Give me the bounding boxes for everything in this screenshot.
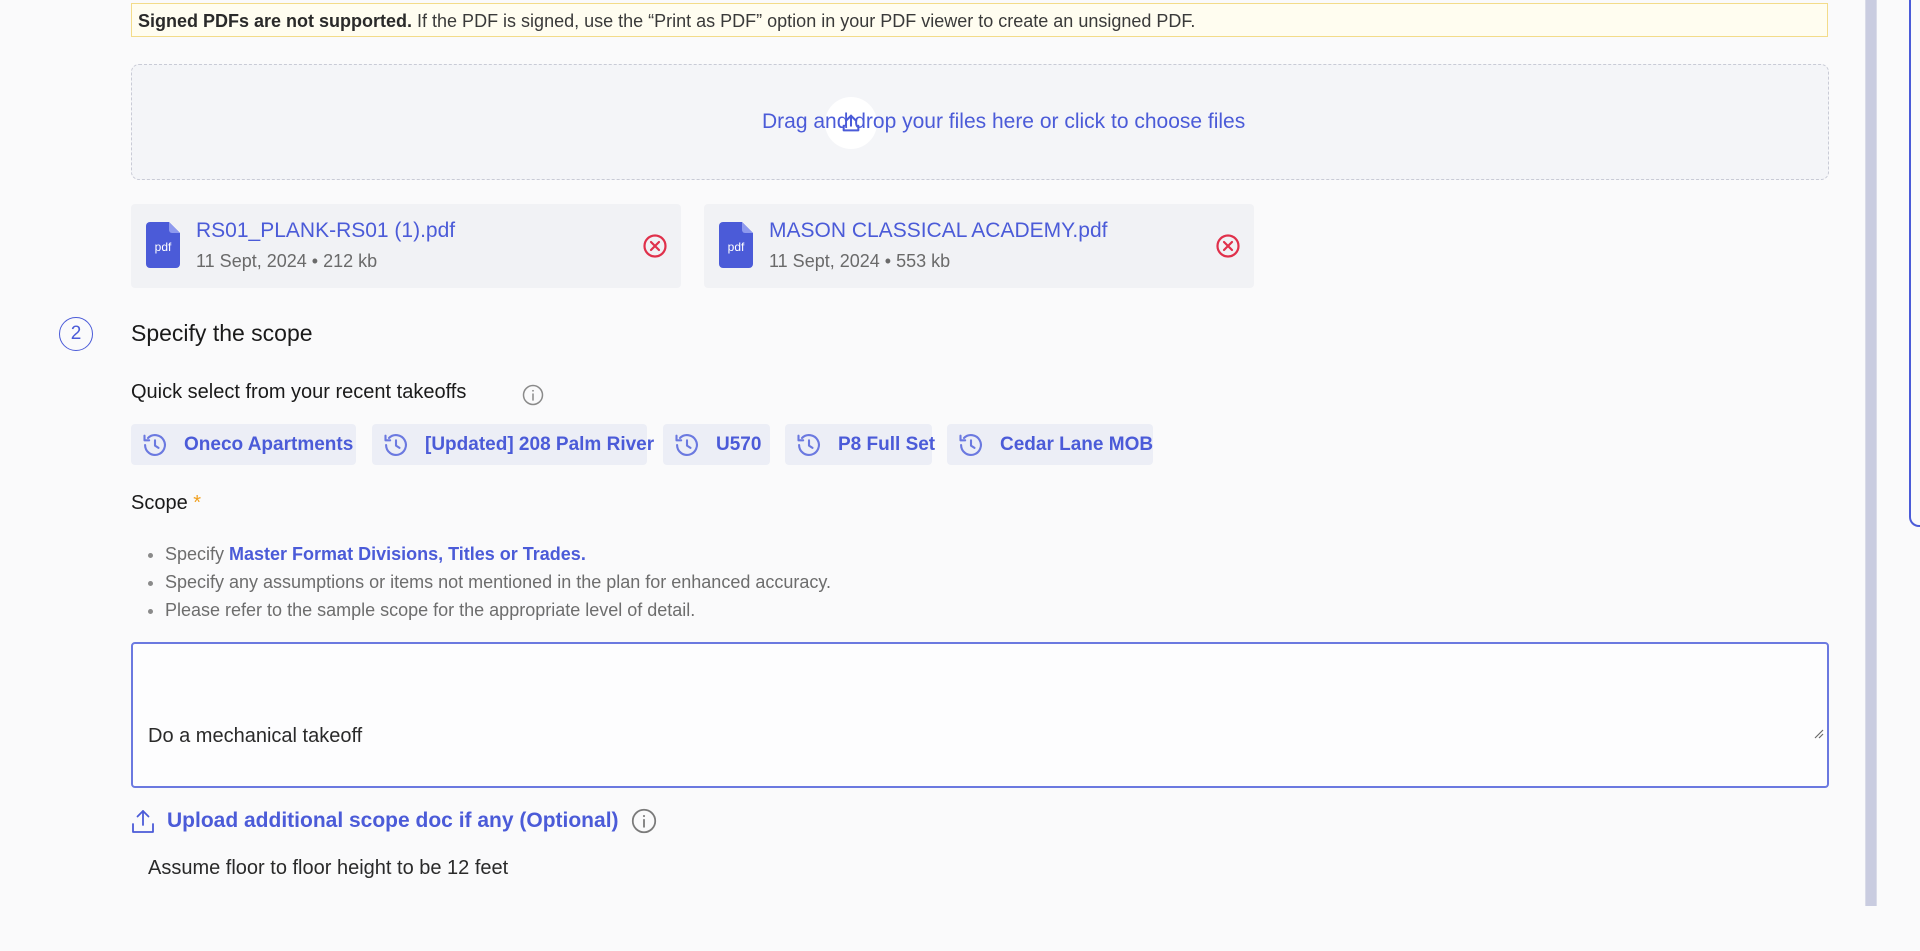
file-name[interactable]: RS01_PLANK-RS01 (1).pdf [196, 219, 455, 243]
history-icon [382, 431, 410, 459]
recent-takeoff-chip[interactable]: [Updated] 208 Palm River [372, 424, 654, 465]
history-icon [141, 431, 169, 459]
svg-text:pdf: pdf [155, 240, 172, 254]
file-dropzone[interactable]: Drag and drop your files here or click t… [131, 64, 1829, 180]
instruction-text: Specify [165, 544, 230, 564]
file-meta: 11 Sept, 2024 • 212 kb [196, 251, 378, 271]
upload-scope-doc-button[interactable]: Upload additional scope doc if any (Opti… [131, 808, 657, 834]
scope-instructions: Specify Master Format Divisions, Titles … [143, 540, 831, 624]
chip-label: Oneco Apartments [184, 433, 354, 455]
chip-label: P8 Full Set [838, 433, 936, 455]
chip-label: Cedar Lane MOB [1000, 433, 1154, 455]
scope-textarea[interactable]: Do a mechanical takeoff Assume floor to … [131, 642, 1829, 879]
instruction-item: Specify Master Format Divisions, Titles … [165, 540, 831, 568]
pdf-file-icon: pdf [146, 222, 180, 273]
notice-text: If the PDF is signed, use the “Print as … [412, 11, 1196, 31]
instruction-item: Specify any assumptions or items not men… [165, 568, 831, 596]
scope-text-line: Assume floor to floor height to be 12 fe… [148, 857, 509, 879]
step-number-badge: 2 [59, 317, 93, 351]
scrollbar-thumb[interactable] [1866, 0, 1876, 906]
master-format-link[interactable]: Master Format Divisions, Titles or Trade… [229, 544, 586, 564]
recent-takeoff-chip[interactable]: U570 [663, 424, 770, 465]
history-icon [795, 431, 823, 459]
upload-icon [131, 808, 155, 834]
pdf-file-icon: pdf [719, 222, 753, 273]
resize-handle-icon[interactable] [1790, 684, 1824, 783]
chip-label: U570 [716, 433, 762, 455]
instruction-item: Please refer to the sample scope for the… [165, 596, 831, 624]
file-name[interactable]: MASON CLASSICAL ACADEMY.pdf [769, 219, 1107, 243]
scope-label: Scope * [131, 492, 201, 515]
svg-text:pdf: pdf [728, 240, 745, 254]
file-card: pdf MASON CLASSICAL ACADEMY.pdf 11 Sept,… [704, 204, 1254, 288]
required-mark: * [193, 492, 202, 514]
file-meta: 11 Sept, 2024 • 553 kb [769, 251, 951, 271]
recent-takeoff-chip[interactable]: Cedar Lane MOB [947, 424, 1153, 465]
signed-pdf-notice: Signed PDFs are not supported. If the PD… [131, 3, 1828, 37]
file-card: pdf RS01_PLANK-RS01 (1).pdf 11 Sept, 202… [131, 204, 681, 288]
recent-takeoff-chip[interactable]: P8 Full Set [785, 424, 936, 465]
notice-bold-text: Signed PDFs are not supported. [138, 11, 413, 31]
quick-select-title: Quick select from your recent takeoffs [131, 381, 467, 403]
scope-text-line: Do a mechanical takeoff [148, 725, 363, 747]
upload-scope-doc-label: Upload additional scope doc if any (Opti… [167, 809, 619, 832]
remove-file-icon[interactable] [642, 233, 668, 264]
side-panel-edge [1909, 0, 1920, 527]
chip-label: [Updated] 208 Palm River [425, 433, 655, 455]
dropzone-text: Drag and drop your files here or click t… [762, 110, 1246, 133]
step-title: Specify the scope [131, 320, 313, 346]
history-icon [957, 431, 985, 459]
recent-takeoff-chip[interactable]: Oneco Apartments [131, 424, 356, 465]
history-icon [673, 431, 701, 459]
remove-file-icon[interactable] [1215, 233, 1241, 264]
info-icon[interactable] [631, 808, 657, 834]
info-icon[interactable] [522, 384, 544, 411]
scope-label-text: Scope [131, 492, 188, 514]
